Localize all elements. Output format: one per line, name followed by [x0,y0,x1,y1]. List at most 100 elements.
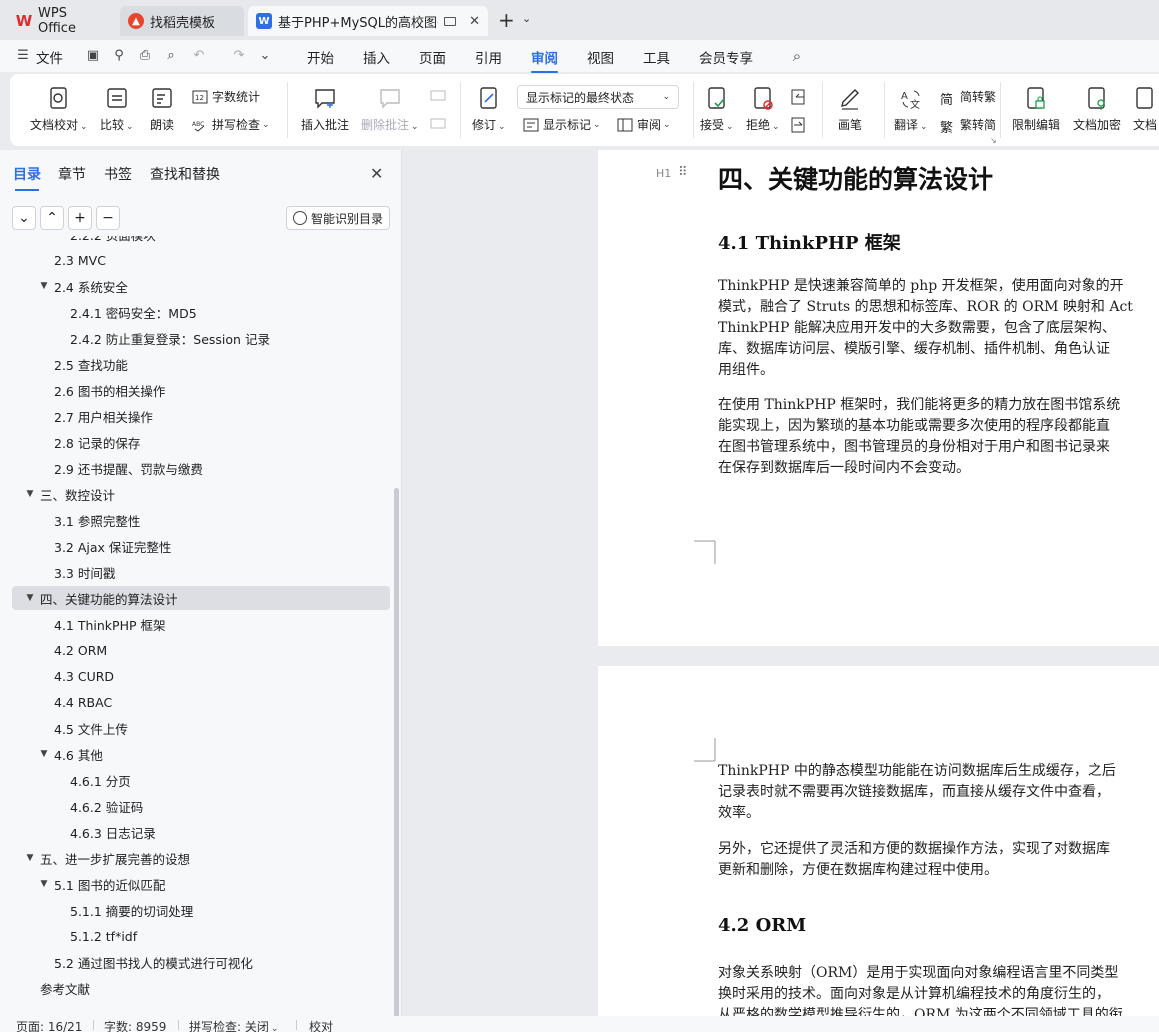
accept-button[interactable]: 接受 ⌄ [700,86,734,133]
close-icon[interactable]: ✕ [370,164,383,183]
document-encrypt-button[interactable]: 文档加密 [1073,86,1121,133]
nav-tab-bookmarks[interactable]: 书签 [104,164,132,184]
simplified-to-traditional-button[interactable]: 简 简转繁 [940,88,996,108]
spell-check-status[interactable]: 拼写检查: 关闭 ⌄ [189,1018,278,1032]
toc-item[interactable]: 2.5 查找功能 [12,352,390,376]
expand-triangle-icon[interactable]: ▼ [24,593,36,603]
page-indicator[interactable]: 页面: 16/21 [16,1018,82,1032]
share-link-icon[interactable]: ⚲ [112,49,126,63]
previous-comment-icon[interactable] [429,88,447,106]
toc-item[interactable]: 5.1.2 tf*idf [12,924,390,948]
word-count-indicator[interactable]: 字数: 8959 [104,1018,166,1032]
collapse-all-button[interactable]: ⌄ [12,206,36,230]
toc-item[interactable]: 2.9 还书提醒、罚款与缴费 [12,456,390,480]
toc-item[interactable]: ▼ 五、进一步扩展完善的设想 [12,846,390,870]
translate-button[interactable]: A文 翻译 ⌄ [894,86,928,133]
toc-item[interactable]: ▼ 四、关键功能的算法设计 [12,586,390,610]
drag-handle-icon[interactable]: ⠿ [678,165,687,180]
show-markup-button[interactable]: 显示标记 ⌄ [523,116,601,133]
toc-item[interactable]: 4.6.3 日志记录 [12,820,390,844]
expand-triangle-icon[interactable]: ▼ [24,853,36,863]
tab-list-chevron-icon[interactable]: ⌄ [522,12,531,25]
menu-review[interactable]: 审阅 [531,47,558,73]
spell-check-button[interactable]: ABC 拼写检查 ⌄ [192,116,270,133]
toc-item[interactable]: 3.2 Ajax 保证完整性 [12,534,390,558]
menu-tools[interactable]: 工具 [643,47,670,67]
menu-view[interactable]: 视图 [587,47,614,67]
proofread-button[interactable]: 文档校对 ⌄ [30,86,88,133]
toc-item[interactable]: 2.2.2 页面模块 [12,236,390,246]
insert-comment-button[interactable]: 插入批注 [301,86,349,133]
toc-item[interactable]: ▼ 5.1 图书的近似匹配 [12,872,390,896]
next-change-icon[interactable] [790,116,808,134]
document-canvas[interactable]: H1 ⠿ 四、关键功能的算法设计 4.1 ThinkPHP 框架 ThinkPH… [403,150,1159,1016]
toc-item[interactable]: 参考文献 [12,976,390,1000]
tab-wps-office[interactable]: W WPS Office [8,6,114,36]
tab-daoke-templates[interactable]: ▲ 找稻壳模板 [120,6,244,36]
new-tab-icon[interactable]: + [498,8,515,32]
nav-tab-sections[interactable]: 章节 [58,164,86,184]
toc-item[interactable]: 4.6.2 验证码 [12,794,390,818]
toc-item[interactable]: 4.3 CURD [12,664,390,688]
toc-item[interactable]: 2.7 用户相关操作 [12,404,390,428]
quick-access-chevron-icon[interactable]: ⌄ [258,49,272,63]
toc-item[interactable]: 2.6 图书的相关操作 [12,378,390,402]
proofread-status[interactable]: 校对 [309,1018,333,1032]
delete-comment-button[interactable]: 删除批注 ⌄ [361,86,419,133]
toc-item[interactable]: 2.4.1 密码安全：MD5 [12,300,390,324]
toc-item[interactable]: 4.2 ORM [12,638,390,662]
save-icon[interactable]: ▣ [86,49,100,63]
document-more-button[interactable]: 文档 [1133,86,1157,133]
expand-up-button[interactable]: ⌃ [40,206,64,230]
smart-toc-button[interactable]: 智能识别目录 [286,206,390,230]
toc-item[interactable]: 4.4 RBAC [12,690,390,714]
add-heading-button[interactable]: + [68,206,92,230]
expand-triangle-icon[interactable]: ▼ [38,281,50,291]
review-pane-button[interactable]: 审阅 ⌄ [617,116,671,133]
toc-item[interactable]: ▼ 三、数控设计 [12,482,390,506]
compare-button[interactable]: 比较 ⌄ [100,86,134,133]
toc-item[interactable]: ▼ 2.4 系统安全 [12,274,390,298]
toc-item[interactable]: ▼ 4.6 其他 [12,742,390,766]
close-tab-icon[interactable]: ✕ [469,14,480,29]
menu-page[interactable]: 页面 [419,47,446,67]
reject-button[interactable]: 拒绝 ⌄ [746,86,780,133]
next-comment-icon[interactable] [429,116,447,134]
menu-home[interactable]: 开始 [307,47,334,67]
markup-state-select[interactable]: 显示标记的最终状态 ⌄ [517,85,679,109]
toc-item[interactable]: 2.4.2 防止重复登录：Session 记录 [12,326,390,350]
hamburger-menu-icon[interactable]: ☰ [16,49,30,63]
track-changes-button[interactable]: 修订 ⌄ [472,86,506,133]
expand-triangle-icon[interactable]: ▼ [38,879,50,889]
toc-item[interactable]: 5.1.1 摘要的切词处理 [12,898,390,922]
menu-member[interactable]: 会员专享 [699,47,753,67]
toc-item[interactable]: 3.3 时间戳 [12,560,390,584]
redo-icon[interactable]: ↷ [232,49,246,63]
restrict-editing-button[interactable]: 限制编辑 [1012,86,1060,133]
word-count-button[interactable]: 12 字数统计 [192,88,260,105]
monitor-icon[interactable] [444,16,456,26]
toc-item[interactable]: 2.3 MVC [12,248,390,272]
print-icon[interactable]: ⎙ [138,49,152,63]
toc-item[interactable]: 4.6.1 分页 [12,768,390,792]
menu-references[interactable]: 引用 [475,47,502,67]
group-expand-icon[interactable]: ↘ [990,136,997,145]
search-icon[interactable]: ⌕ [790,49,804,64]
menu-insert[interactable]: 插入 [363,47,390,67]
previous-change-icon[interactable] [790,88,808,106]
toc-scrollbar[interactable] [394,488,399,1018]
expand-triangle-icon[interactable]: ▼ [38,749,50,759]
undo-icon[interactable]: ↶ [192,49,206,63]
nav-tab-toc[interactable]: 目录 [13,164,41,191]
print-preview-icon[interactable]: ⌕ [164,49,178,63]
toc-item[interactable]: 3.1 参照完整性 [12,508,390,532]
pen-button[interactable]: 画笔 [838,86,862,133]
tab-document[interactable]: W 基于PHP+MySQL的高校图书 ✕ [248,6,488,36]
toc-item[interactable]: 4.1 ThinkPHP 框架 [12,612,390,636]
expand-triangle-icon[interactable]: ▼ [24,489,36,499]
read-aloud-button[interactable]: 朗读 [150,86,174,133]
remove-heading-button[interactable]: − [96,206,120,230]
nav-tab-find-replace[interactable]: 查找和替换 [150,164,220,184]
toc-item[interactable]: 4.5 文件上传 [12,716,390,740]
toc-item[interactable]: 5.2 通过图书找人的模式进行可视化 [12,950,390,974]
